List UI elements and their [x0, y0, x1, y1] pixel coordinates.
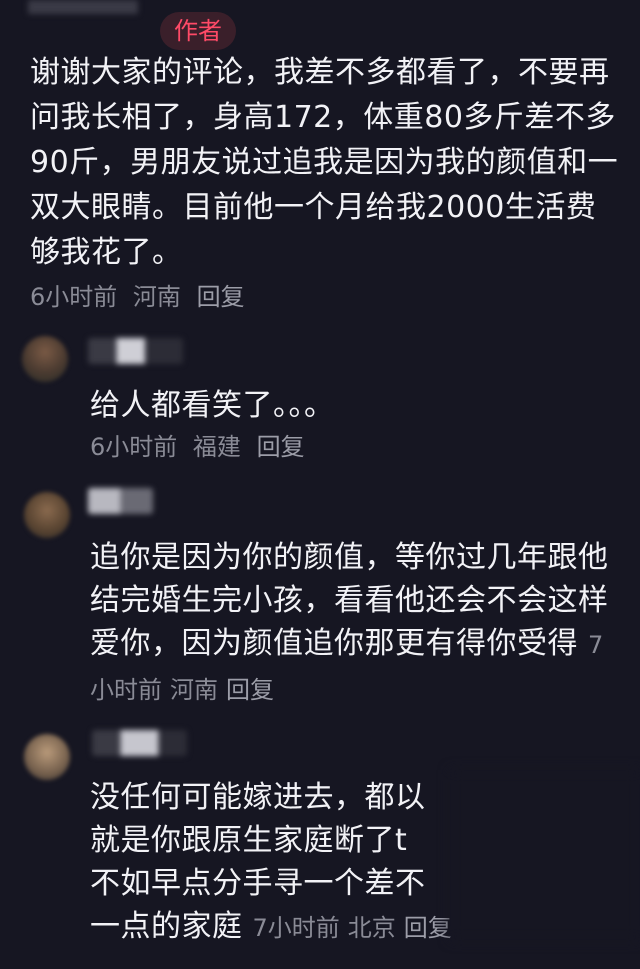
avatar[interactable] — [24, 492, 70, 538]
reply-text: 给人都看笑了。。。 — [90, 388, 335, 423]
reply-line: 就是你跟原生家庭断了t — [90, 823, 408, 858]
author-name-blurred — [28, 0, 138, 14]
avatar[interactable] — [24, 734, 70, 780]
reply-meta: 7小时前 北京 回复 — [253, 914, 460, 942]
main-comment-meta: 6小时前 河南 回复 — [30, 282, 253, 312]
username-blurred[interactable] — [88, 488, 153, 514]
comment-location: 河南 — [170, 676, 218, 704]
blurred-overlay — [450, 770, 640, 940]
reply-body: 追你是因为你的颜值，等你过几年跟他结完婚生完小孩，看看他还会不会这样爱你，因为颜… — [90, 540, 609, 661]
reply-line: 没任何可能嫁进去，都以 — [90, 780, 426, 815]
comment-location: 福建 — [192, 433, 241, 461]
reply-button[interactable]: 回复 — [197, 283, 245, 311]
reply-line: 一点的家庭 7小时前 北京 回复 — [90, 905, 470, 950]
main-comment-text: 谢谢大家的评论，我差不多都看了，不要再问我长相了，身高172，体重80多斤差不多… — [30, 55, 619, 270]
comment-location: 北京 — [347, 914, 396, 942]
username-blurred[interactable] — [88, 338, 183, 364]
avatar[interactable] — [22, 336, 68, 382]
reply-body: 一点的家庭 — [90, 909, 243, 944]
reply-text: 没任何可能嫁进去，都以 就是你跟原生家庭断了t 不如早点分手寻一个差不 一点的家… — [90, 776, 470, 950]
reply-meta: 6小时前 福建 回复 — [90, 432, 313, 462]
username-blurred[interactable] — [92, 730, 187, 756]
comment-time: 6小时前 — [90, 433, 178, 461]
comment-location: 河南 — [132, 283, 181, 311]
reply-button[interactable]: 回复 — [404, 914, 452, 942]
comment-time: 6小时前 — [30, 283, 118, 311]
reply-line: 不如早点分手寻一个差不 — [90, 866, 426, 901]
reply-text: 追你是因为你的颜值，等你过几年跟他结完婚生完小孩，看看他还会不会这样爱你，因为颜… — [90, 536, 626, 712]
comment-time: 7小时前 — [252, 914, 340, 942]
reply-button[interactable]: 回复 — [226, 676, 274, 704]
reply-button[interactable]: 回复 — [257, 433, 305, 461]
author-badge: 作者 — [160, 12, 236, 50]
